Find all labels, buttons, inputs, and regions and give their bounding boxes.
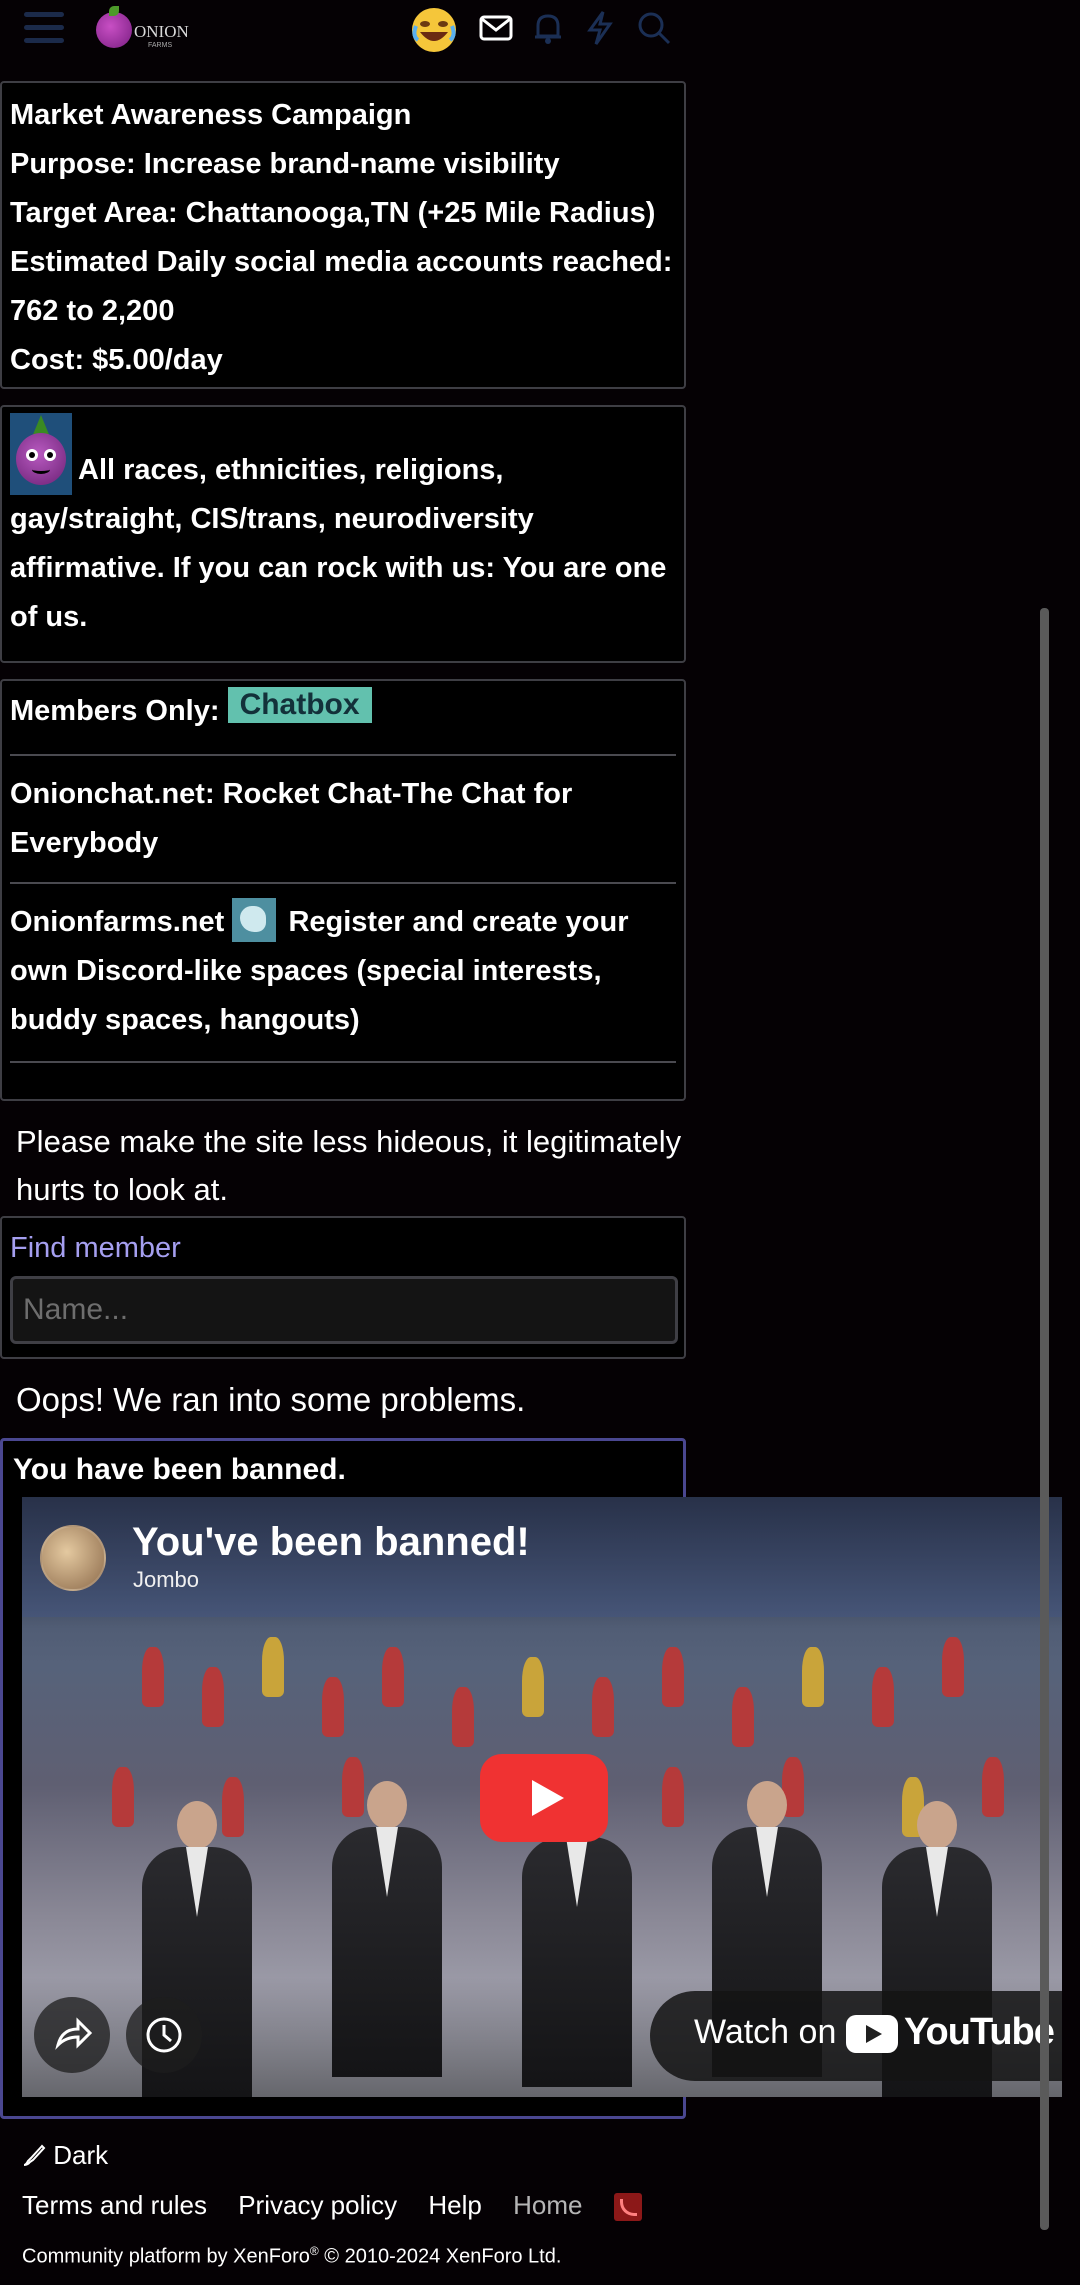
emoji-reaction-icon[interactable] [410,6,458,54]
members-only-label: Members Only: [10,695,220,727]
rss-icon[interactable] [613,2193,642,2222]
channel-avatar[interactable] [40,1525,106,1591]
copyright-prefix[interactable]: Community platform by XenForo [22,2246,310,2268]
copyright-suffix: © 2010-2024 XenForo Ltd. [318,2245,562,2268]
page-scrollbar[interactable] [1040,608,1049,2230]
style-toggle[interactable]: Dark [22,2140,108,2171]
campaign-line: Target Area: Chattanooga,TN (+25 Mile Ra… [10,197,656,229]
logo-brand-text: ONION [134,22,189,41]
youtube-embed[interactable]: You've been banned! Jombo Watch on YouTu… [22,1497,1062,2097]
top-bar: ONION FARMS [0,0,1080,58]
campaign-line: Purpose: Increase brand-name visibility [10,148,560,180]
onionfarms-link[interactable]: Onionfarms.net [10,906,224,938]
youtube-play-logo-icon [846,2015,898,2053]
site-notice: Please make the site less hideous, it le… [16,1124,682,1207]
find-member-title[interactable]: Find member [10,1226,676,1270]
campaign-line: Estimated Daily social media accounts re… [10,246,673,278]
onionchat-link[interactable]: Onionchat.net: Rocket Chat-The Chat for … [10,756,676,882]
envelope-icon[interactable] [476,8,516,48]
footer-links: Terms and rules Privacy policy Help Home [22,2190,666,2222]
campaign-line: Market Awareness Campaign [10,99,412,131]
watch-on-youtube-button[interactable]: Watch on YouTube [650,1991,1062,2081]
banned-title: You have been banned. [13,1453,346,1486]
site-logo[interactable]: ONION FARMS [96,6,189,52]
discord-like-icon [232,898,277,942]
registered-mark: ® [309,2244,319,2258]
inclusive-text: All races, ethnicities, religions, gay/s… [10,454,667,633]
footer-link-terms[interactable]: Terms and rules [22,2190,207,2220]
watch-on-label: Watch on [694,2013,837,2051]
inclusive-block: All races, ethnicities, religions, gay/s… [0,405,686,663]
lightning-icon[interactable] [580,8,620,48]
footer-link-privacy[interactable]: Privacy policy [238,2190,397,2220]
onion-logo-icon [96,12,132,48]
copyright: Community platform by XenForo® © 2010-20… [22,2244,561,2269]
campaign-line: Cost: $5.00/day [10,344,223,376]
logo-leaf [109,6,119,16]
member-name-input[interactable] [10,1276,678,1344]
video-channel-name[interactable]: Jombo [133,1567,199,1593]
campaign-block: Market Awareness Campaign Purpose: Incre… [0,81,686,389]
divider [10,1061,676,1063]
style-toggle-label: Dark [53,2140,109,2170]
error-message: Oops! We ran into some problems. [16,1381,526,1418]
youtube-wordmark: YouTube [904,2011,1055,2053]
chatbox-button[interactable]: Chatbox [227,687,372,723]
watch-later-clock-icon[interactable] [126,1997,202,2073]
onion-mascot-icon [10,413,72,495]
share-icon[interactable] [34,1997,110,2073]
footer-link-home[interactable]: Home [513,2190,582,2220]
bell-icon[interactable] [528,8,568,48]
video-title[interactable]: You've been banned! [132,1517,530,1567]
footer-link-help[interactable]: Help [428,2190,481,2220]
search-icon[interactable] [634,8,674,48]
play-button[interactable] [480,1754,608,1842]
campaign-line: 762 to 2,200 [10,295,175,327]
find-member-block: Find member [0,1216,686,1359]
members-block: Members Only: Chatbox Onionchat.net: Roc… [0,679,686,1101]
logo-brand-sub: FARMS [148,42,173,49]
paintbrush-icon [22,2140,53,2170]
menu-icon[interactable] [24,12,64,46]
